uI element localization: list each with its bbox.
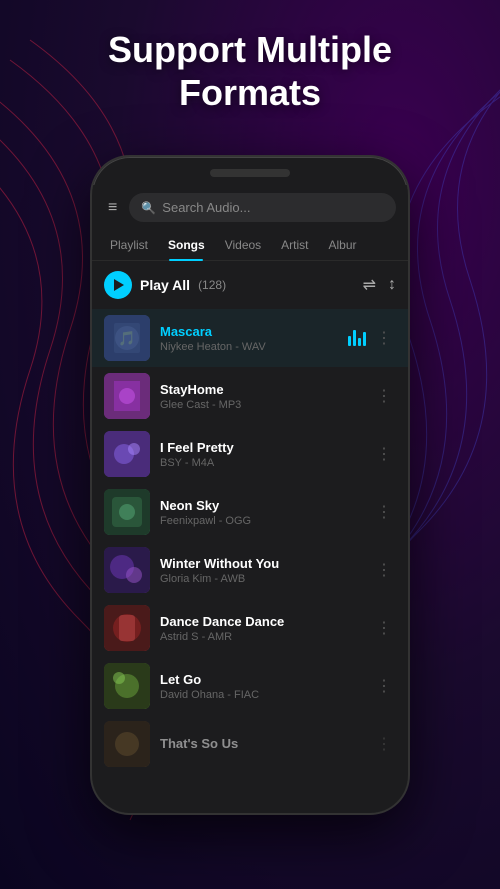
- play-all-controls: ⇌ ↕: [363, 275, 396, 295]
- hamburger-icon[interactable]: ≡: [104, 195, 121, 221]
- song-controls: ⋮: [372, 672, 396, 700]
- svg-text:🎵: 🎵: [118, 330, 135, 346]
- song-controls: ⋮: [372, 498, 396, 526]
- song-title: Let Go: [160, 672, 362, 687]
- more-options-icon[interactable]: ⋮: [372, 556, 396, 584]
- song-title: Dance Dance Dance: [160, 614, 362, 629]
- play-all-row: Play All (128) ⇌ ↕: [92, 261, 408, 309]
- song-meta: BSY - M4A: [160, 457, 362, 469]
- song-item[interactable]: That's So Us ⋮: [92, 715, 408, 773]
- song-controls: ⋮: [372, 556, 396, 584]
- song-item[interactable]: 🎵 Mascara Niykee Heaton - WAV ⋮: [92, 309, 408, 367]
- song-info: Winter Without You Gloria Kim - AWB: [160, 556, 362, 585]
- more-options-icon[interactable]: ⋮: [372, 672, 396, 700]
- song-title: That's So Us: [160, 736, 362, 751]
- song-item[interactable]: Neon Sky Feenixpawl - OGG ⋮: [92, 483, 408, 541]
- song-meta: David Ohana - FIAC: [160, 689, 362, 701]
- title-line1: Support Multiple: [30, 28, 470, 71]
- song-title: StayHome: [160, 382, 362, 397]
- sort-icon[interactable]: ↕: [388, 276, 396, 294]
- song-info: Let Go David Ohana - FIAC: [160, 672, 362, 701]
- title-line2: Formats: [30, 71, 470, 114]
- song-item[interactable]: Dance Dance Dance Astrid S - AMR ⋮: [92, 599, 408, 657]
- search-placeholder: Search Audio...: [162, 200, 250, 215]
- song-controls: ⋮: [372, 614, 396, 642]
- song-thumbnail: [104, 663, 150, 709]
- song-thumbnail: 🎵: [104, 315, 150, 361]
- phone-notch: [210, 169, 290, 177]
- song-title: Mascara: [160, 324, 338, 339]
- more-options-icon[interactable]: ⋮: [372, 730, 396, 758]
- song-thumbnail: [104, 605, 150, 651]
- tab-videos[interactable]: Videos: [215, 230, 271, 260]
- song-meta: Gloria Kim - AWB: [160, 573, 362, 585]
- song-info: Neon Sky Feenixpawl - OGG: [160, 498, 362, 527]
- song-item[interactable]: I Feel Pretty BSY - M4A ⋮: [92, 425, 408, 483]
- play-triangle-icon: [114, 279, 124, 291]
- phone-mockup: ≡ 🔍 Search Audio... Playlist Songs Video…: [90, 155, 410, 815]
- more-options-icon[interactable]: ⋮: [372, 498, 396, 526]
- song-item[interactable]: Winter Without You Gloria Kim - AWB ⋮: [92, 541, 408, 599]
- play-all-button[interactable]: [104, 271, 132, 299]
- song-info: StayHome Glee Cast - MP3: [160, 382, 362, 411]
- song-info: Mascara Niykee Heaton - WAV: [160, 324, 338, 353]
- equalizer-icon: [348, 330, 366, 346]
- play-all-count: (128): [198, 278, 226, 292]
- play-all-left: Play All (128): [104, 271, 226, 299]
- more-options-icon[interactable]: ⋮: [372, 382, 396, 410]
- search-icon: 🔍: [141, 201, 156, 215]
- song-controls: ⋮: [372, 730, 396, 758]
- more-options-icon[interactable]: ⋮: [372, 614, 396, 642]
- song-item[interactable]: Let Go David Ohana - FIAC ⋮: [92, 657, 408, 715]
- song-item[interactable]: StayHome Glee Cast - MP3 ⋮: [92, 367, 408, 425]
- more-options-icon[interactable]: ⋮: [372, 440, 396, 468]
- song-thumbnail: [104, 547, 150, 593]
- search-bar[interactable]: 🔍 Search Audio...: [129, 193, 396, 222]
- phone-screen: ≡ 🔍 Search Audio... Playlist Songs Video…: [92, 185, 408, 813]
- tabs-bar: Playlist Songs Videos Artist Albur: [92, 230, 408, 261]
- song-controls: ⋮: [348, 324, 396, 352]
- header-title: Support Multiple Formats: [0, 28, 500, 114]
- more-options-icon[interactable]: ⋮: [372, 324, 396, 352]
- shuffle-icon[interactable]: ⇌: [363, 275, 376, 295]
- song-title: Winter Without You: [160, 556, 362, 571]
- song-controls: ⋮: [372, 440, 396, 468]
- song-thumbnail: [104, 431, 150, 477]
- song-meta: Feenixpawl - OGG: [160, 515, 362, 527]
- song-thumbnail: [104, 489, 150, 535]
- tab-playlist[interactable]: Playlist: [100, 230, 158, 260]
- song-info: That's So Us: [160, 736, 362, 753]
- song-controls: ⋮: [372, 382, 396, 410]
- song-info: Dance Dance Dance Astrid S - AMR: [160, 614, 362, 643]
- tab-artist[interactable]: Artist: [271, 230, 318, 260]
- song-meta: Niykee Heaton - WAV: [160, 341, 338, 353]
- song-list: 🎵 Mascara Niykee Heaton - WAV ⋮: [92, 309, 408, 773]
- song-info: I Feel Pretty BSY - M4A: [160, 440, 362, 469]
- tab-album[interactable]: Albur: [319, 230, 367, 260]
- search-area: ≡ 🔍 Search Audio...: [92, 185, 408, 230]
- tab-songs[interactable]: Songs: [158, 230, 215, 260]
- song-title: Neon Sky: [160, 498, 362, 513]
- song-thumbnail: [104, 373, 150, 419]
- song-title: I Feel Pretty: [160, 440, 362, 455]
- song-thumbnail: [104, 721, 150, 767]
- song-meta: Astrid S - AMR: [160, 631, 362, 643]
- play-all-label: Play All: [140, 277, 190, 293]
- song-meta: Glee Cast - MP3: [160, 399, 362, 411]
